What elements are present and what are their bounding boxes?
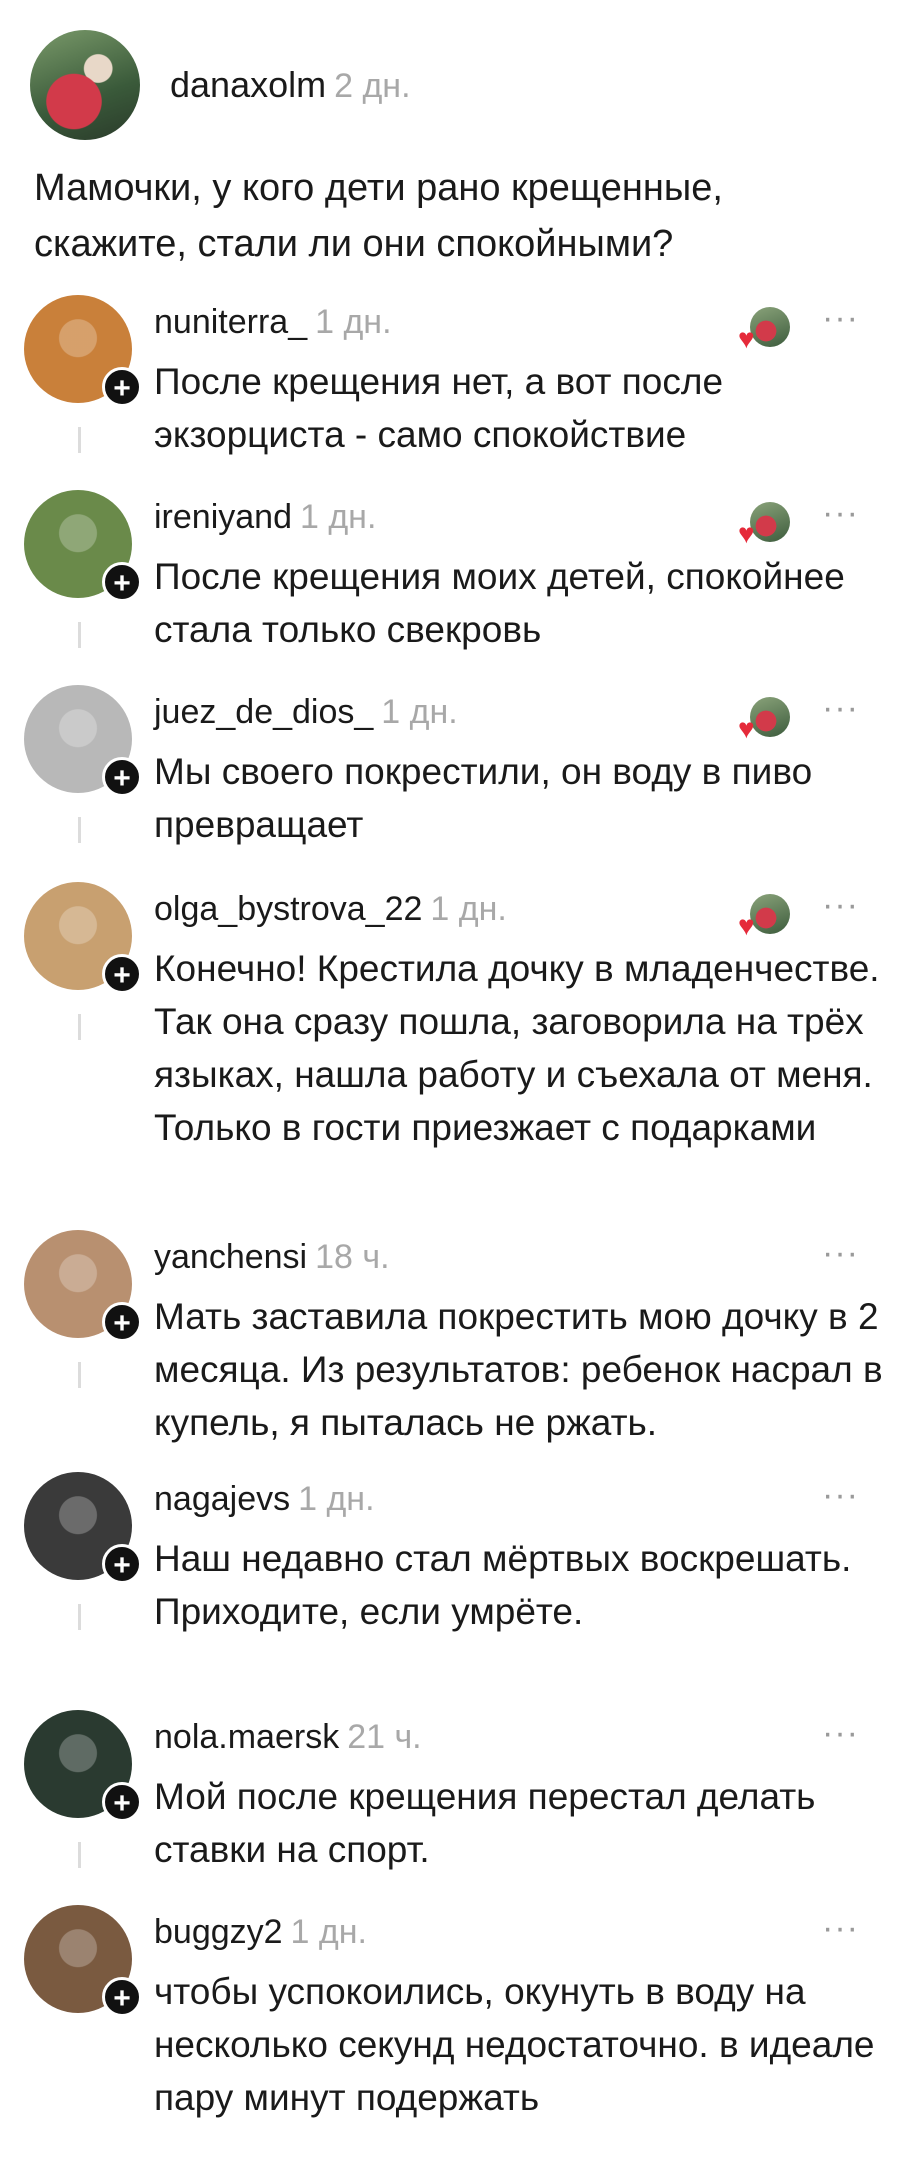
plus-icon[interactable]: + [102, 367, 142, 407]
comment-text: После крещения нет, а вот после экзорцис… [154, 361, 724, 455]
thread-divider [78, 1842, 81, 1868]
avatar-wrap: + [24, 685, 142, 797]
more-horizontal-icon[interactable]: ··· [822, 886, 859, 925]
plus-icon[interactable]: + [102, 954, 142, 994]
post-username[interactable]: danaxolm [170, 64, 326, 105]
more-horizontal-icon[interactable]: ··· [822, 1234, 859, 1273]
heart-icon: ♥ [738, 910, 755, 941]
creator-avatar [750, 307, 790, 347]
comment-username[interactable]: nagajevs [154, 1480, 290, 1519]
avatar-wrap: + [24, 1230, 142, 1342]
creator-avatar [750, 697, 790, 737]
more-horizontal-icon[interactable]: ··· [822, 1714, 859, 1753]
comment-text: Наш недавно стал мёртвых воскрешать. При… [154, 1538, 852, 1632]
comment-text: чтобы успокоились, окунуть в воду на нес… [154, 1971, 875, 2118]
comment-header: nuniterra_ 1 дн. [154, 303, 392, 342]
creator-avatar [750, 894, 790, 934]
comment-header: ireniyand 1 дн. [154, 498, 376, 537]
comment-username[interactable]: olga_bystrova_22 [154, 890, 422, 929]
comment-text: Мы своего покрестили, он воду в пиво пре… [154, 751, 813, 845]
comment-username[interactable]: buggzy2 [154, 1913, 283, 1952]
plus-icon[interactable]: + [102, 1302, 142, 1342]
thread-divider [78, 1014, 81, 1040]
more-horizontal-icon[interactable]: ··· [822, 1476, 859, 1515]
plus-icon[interactable]: + [102, 757, 142, 797]
comment-time: 1 дн. [381, 693, 458, 731]
comment-text: Конечно! Крестила дочку в младенчестве. … [154, 948, 880, 1148]
comment-time: 18 ч. [315, 1238, 390, 1276]
thread-divider [78, 1362, 81, 1388]
more-horizontal-icon[interactable]: ··· [822, 1909, 859, 1948]
plus-icon[interactable]: + [102, 1977, 142, 2017]
more-horizontal-icon[interactable]: ··· [822, 299, 859, 338]
thread-divider [78, 427, 81, 453]
more-horizontal-icon[interactable]: ··· [822, 494, 859, 533]
avatar-wrap: + [24, 882, 142, 994]
plus-icon[interactable]: + [102, 1544, 142, 1584]
comment-username[interactable]: juez_de_dios_ [154, 693, 373, 732]
thread-divider [78, 622, 81, 648]
thread-divider [78, 817, 81, 843]
comment-time: 1 дн. [290, 1913, 367, 1951]
creator-like-badge: ♥ [738, 502, 794, 549]
comment-time: 1 дн. [298, 1480, 375, 1518]
comment-header: yanchensi 18 ч. [154, 1238, 390, 1277]
comment-username[interactable]: yanchensi [154, 1238, 307, 1277]
comment-header: nola.maersk 21 ч. [154, 1718, 422, 1757]
avatar-wrap: + [24, 1472, 142, 1584]
creator-like-badge: ♥ [738, 894, 794, 941]
creator-avatar [750, 502, 790, 542]
comment-time: 21 ч. [347, 1718, 422, 1756]
comment-text: После крещения моих детей, спокойнее ста… [154, 556, 845, 650]
plus-icon[interactable]: + [102, 562, 142, 602]
creator-like-badge: ♥ [738, 307, 794, 354]
comment-header: olga_bystrova_22 1 дн. [154, 890, 507, 929]
comment-username[interactable]: nola.maersk [154, 1718, 339, 1757]
creator-like-badge: ♥ [738, 697, 794, 744]
comment-time: 1 дн. [315, 303, 392, 341]
comment-header: juez_de_dios_ 1 дн. [154, 693, 458, 732]
heart-icon: ♥ [738, 713, 755, 744]
comment-header: nagajevs 1 дн. [154, 1480, 375, 1519]
post-header: danaxolm 2 дн. [30, 30, 411, 140]
comment-text: Мать заставила покрестить мою дочку в 2 … [154, 1296, 883, 1443]
comment-username[interactable]: ireniyand [154, 498, 292, 537]
thread-divider [78, 1604, 81, 1630]
avatar-wrap: + [24, 1710, 142, 1822]
heart-icon: ♥ [738, 323, 755, 354]
post-text: Мамочки, у кого дети рано крещенные, ска… [34, 167, 723, 265]
plus-icon[interactable]: + [102, 1782, 142, 1822]
post-time: 2 дн. [334, 67, 411, 105]
more-horizontal-icon[interactable]: ··· [822, 689, 859, 728]
heart-icon: ♥ [738, 518, 755, 549]
avatar-wrap: + [24, 490, 142, 602]
avatar-wrap: + [24, 1905, 142, 2017]
avatar[interactable] [30, 30, 140, 140]
comment-header: buggzy2 1 дн. [154, 1913, 367, 1952]
comment-text: Мой после крещения перестал делать ставк… [154, 1776, 816, 1870]
comment-username[interactable]: nuniterra_ [154, 303, 307, 342]
comment-time: 1 дн. [299, 498, 377, 536]
avatar-wrap: + [24, 295, 142, 407]
comment-time: 1 дн. [430, 890, 507, 928]
